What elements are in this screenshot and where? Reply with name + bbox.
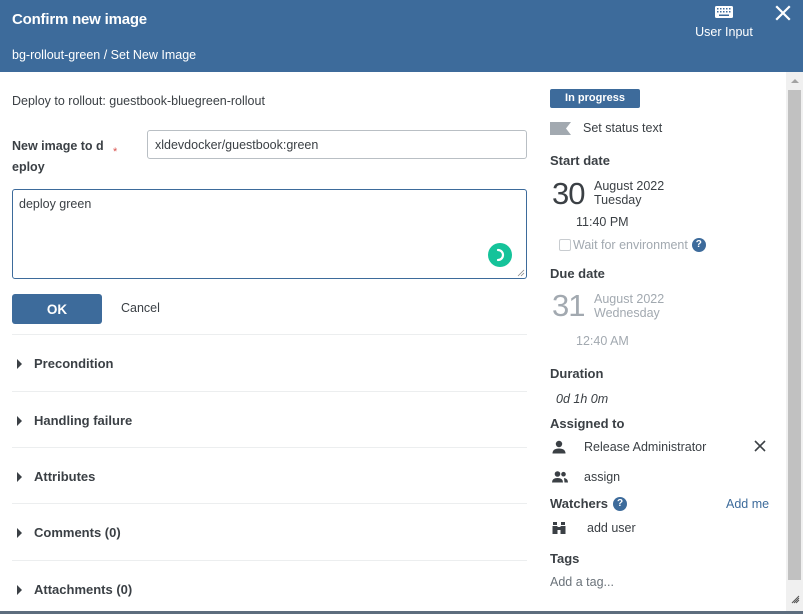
close-icon[interactable]	[774, 3, 792, 23]
scroll-up-arrow-icon[interactable]	[791, 79, 799, 83]
scrollbar-thumb[interactable]	[788, 90, 801, 580]
due-date-heading: Due date	[550, 266, 605, 281]
comment-textarea-wrapper: deploy green	[12, 189, 527, 279]
duration-heading: Duration	[550, 366, 604, 381]
binoculars-icon	[552, 522, 566, 534]
keyboard-icon	[715, 6, 733, 18]
cancel-button[interactable]: Cancel	[121, 301, 160, 315]
due-date-day[interactable]: 31	[552, 290, 585, 321]
add-user-link[interactable]: add user	[587, 521, 636, 535]
wait-for-environment-checkbox[interactable]	[559, 239, 571, 251]
tags-heading: Tags	[550, 551, 580, 566]
duration-value[interactable]: 0d 1h 0m	[556, 392, 608, 406]
start-date-time[interactable]: 11:40 PM	[576, 215, 629, 229]
resize-corner-icon[interactable]	[791, 595, 800, 604]
vertical-scrollbar[interactable]	[786, 72, 803, 612]
caret-right-icon	[17, 585, 22, 595]
section-label: Precondition	[34, 356, 114, 371]
image-field-label-line2: eploy	[12, 160, 45, 174]
start-date-month[interactable]: August 2022 Tuesday	[594, 179, 664, 207]
status-flag-icon	[550, 122, 571, 135]
remove-assignee-icon[interactable]	[753, 439, 767, 453]
assignee-name: Release Administrator	[584, 440, 707, 454]
task-description: Deploy to rollout: guestbook-bluegreen-r…	[12, 94, 265, 108]
start-date-heading: Start date	[550, 153, 610, 168]
section-attachments[interactable]: Attachments (0)	[12, 560, 527, 614]
watchers-heading-label: Watchers	[550, 496, 609, 511]
assigned-to-heading: Assigned to	[550, 416, 625, 431]
section-label: Comments (0)	[34, 525, 121, 540]
dialog-header: Confirm new image bg-rollout-green / Set…	[0, 0, 803, 72]
section-precondition[interactable]: Precondition	[12, 334, 527, 391]
start-date-month-year: August 2022	[594, 179, 665, 193]
section-handling-failure[interactable]: Handling failure	[12, 391, 527, 448]
section-label: Attachments (0)	[34, 582, 133, 597]
resize-grip-icon[interactable]	[517, 269, 525, 277]
caret-right-icon	[17, 359, 22, 369]
section-label: Attributes	[34, 469, 96, 484]
grammarly-icon[interactable]	[488, 243, 512, 267]
assign-link[interactable]: assign	[584, 470, 620, 484]
user-input-label: User Input	[695, 25, 753, 39]
status-badge: In progress	[550, 89, 640, 108]
required-marker: *	[113, 146, 118, 158]
help-icon[interactable]: ?	[613, 496, 628, 511]
users-icon	[552, 471, 568, 483]
caret-right-icon	[17, 416, 22, 426]
section-comments[interactable]: Comments (0)	[12, 503, 527, 560]
section-attributes[interactable]: Attributes	[12, 447, 527, 504]
add-tag-input[interactable]: Add a tag...	[550, 575, 614, 589]
assignee-row: Release Administrator	[550, 440, 775, 458]
dialog-body: Deploy to rollout: guestbook-bluegreen-r…	[0, 72, 786, 612]
section-label: Handling failure	[34, 413, 133, 428]
start-date-weekday: Tuesday	[594, 193, 642, 207]
wait-for-environment: Wait for environment ?	[559, 238, 706, 252]
add-watcher-row[interactable]: add user	[550, 521, 775, 539]
image-field-label: New image to d eploy	[12, 136, 104, 178]
user-input-button[interactable]: User Input	[690, 4, 758, 48]
assign-row[interactable]: assign	[550, 470, 775, 488]
due-date-time[interactable]: 12:40 AM	[576, 334, 629, 348]
help-icon[interactable]: ?	[691, 238, 706, 252]
ok-button[interactable]: OK	[12, 294, 102, 324]
image-field-label-line1: New image to d	[12, 139, 104, 153]
due-date-month-year: August 2022	[594, 292, 665, 306]
wait-for-environment-label: Wait for environment	[573, 238, 688, 252]
dialog-title: Confirm new image	[12, 11, 147, 28]
start-date-day[interactable]: 30	[552, 178, 585, 209]
set-status-text-link[interactable]: Set status text	[583, 121, 662, 135]
new-image-input[interactable]	[147, 130, 527, 159]
user-icon	[552, 440, 566, 454]
caret-right-icon	[17, 472, 22, 482]
caret-right-icon	[17, 528, 22, 538]
add-me-link[interactable]: Add me	[726, 497, 769, 511]
due-date-weekday: Wednesday	[594, 306, 660, 320]
comment-textarea[interactable]: deploy green	[13, 190, 526, 278]
breadcrumb: bg-rollout-green / Set New Image	[12, 48, 197, 62]
watchers-heading: Watchers ?	[550, 496, 628, 511]
due-date-month[interactable]: August 2022 Wednesday	[594, 292, 664, 320]
